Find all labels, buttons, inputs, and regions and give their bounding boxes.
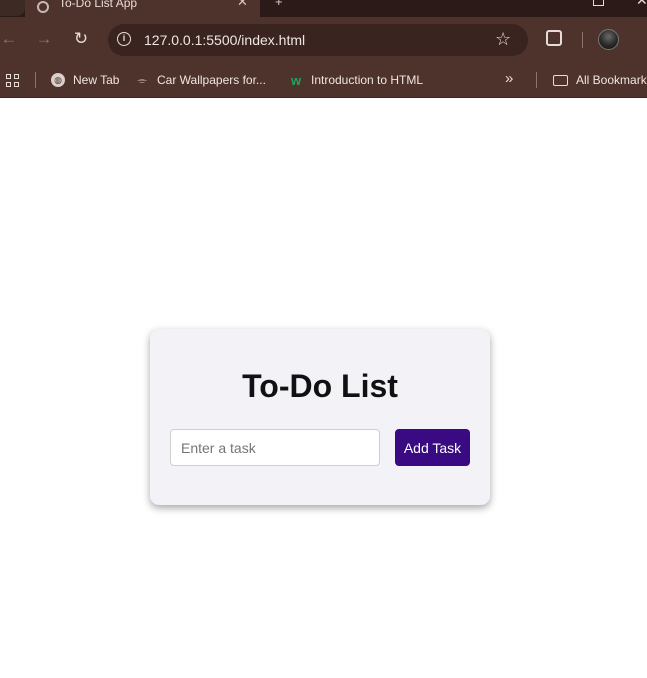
bookmark-intro-html[interactable]: w Introduction to HTML (289, 70, 423, 90)
browser-toolbar: ← → ↻ i 127.0.0.1:5500/index.html ☆ ⋮ (0, 17, 647, 63)
todo-card: To-Do List Add Task (150, 329, 490, 505)
toolbar-divider (582, 32, 583, 48)
bookmark-new-tab[interactable]: ◍ New Tab (51, 70, 119, 90)
task-input[interactable] (170, 429, 380, 466)
bookmark-label: Car Wallpapers for... (157, 73, 266, 87)
bookmark-star-icon[interactable]: ☆ (495, 29, 511, 50)
tab-title: To-Do List App (59, 0, 138, 10)
globe-icon: ◍ (51, 73, 65, 87)
back-arrow-icon[interactable]: ← (0, 28, 20, 50)
site-info-icon[interactable]: i (117, 32, 131, 46)
page-title: To-Do List (242, 368, 398, 404)
car-icon: ⌯ (137, 72, 147, 87)
bookmark-label: New Tab (73, 73, 120, 87)
reload-icon[interactable]: ↻ (70, 28, 92, 50)
close-icon[interactable]: ✕ (237, 0, 248, 10)
profile-avatar[interactable] (598, 29, 619, 50)
forward-arrow-icon[interactable]: → (33, 28, 55, 50)
all-bookmarks-label: All Bookmarks (576, 73, 647, 87)
bookmarks-bar: ◍ New Tab ⌯ Car Wallpapers for... w Intr… (0, 63, 647, 98)
w3schools-icon: w (290, 72, 302, 88)
page-viewport: To-Do List Add Task (0, 98, 647, 678)
new-tab-icon[interactable]: + (275, 0, 283, 9)
kebab-menu-icon[interactable]: ⋮ (640, 24, 647, 40)
url-text[interactable]: 127.0.0.1:5500/index.html (144, 32, 305, 48)
folder-icon (553, 74, 568, 86)
tab-previous[interactable] (0, 0, 25, 16)
add-task-button[interactable]: Add Task (395, 429, 470, 466)
window-restore-icon[interactable] (593, 0, 604, 6)
tab-active[interactable]: To-Do List App ✕ (25, 0, 260, 17)
address-bar[interactable]: i 127.0.0.1:5500/index.html ☆ (108, 24, 528, 56)
bookmarks-divider (536, 72, 537, 88)
globe-icon (37, 1, 49, 13)
browser-window: To-Do List App ✕ + ✕ ← → ↻ i 127.0.0.1:5… (0, 0, 647, 678)
extensions-puzzle-icon[interactable] (546, 30, 562, 46)
tab-strip: To-Do List App ✕ + ✕ (0, 0, 647, 17)
window-close-icon[interactable]: ✕ (636, 0, 647, 9)
all-bookmarks-button[interactable]: All Bookmarks (553, 70, 647, 90)
bookmark-label: Introduction to HTML (311, 73, 424, 87)
bookmarks-divider (35, 72, 36, 88)
bookmark-car-wallpapers[interactable]: ⌯ Car Wallpapers for... (135, 70, 266, 90)
chevron-double-right-icon[interactable]: » (505, 70, 513, 87)
apps-grid-icon[interactable] (6, 74, 19, 87)
